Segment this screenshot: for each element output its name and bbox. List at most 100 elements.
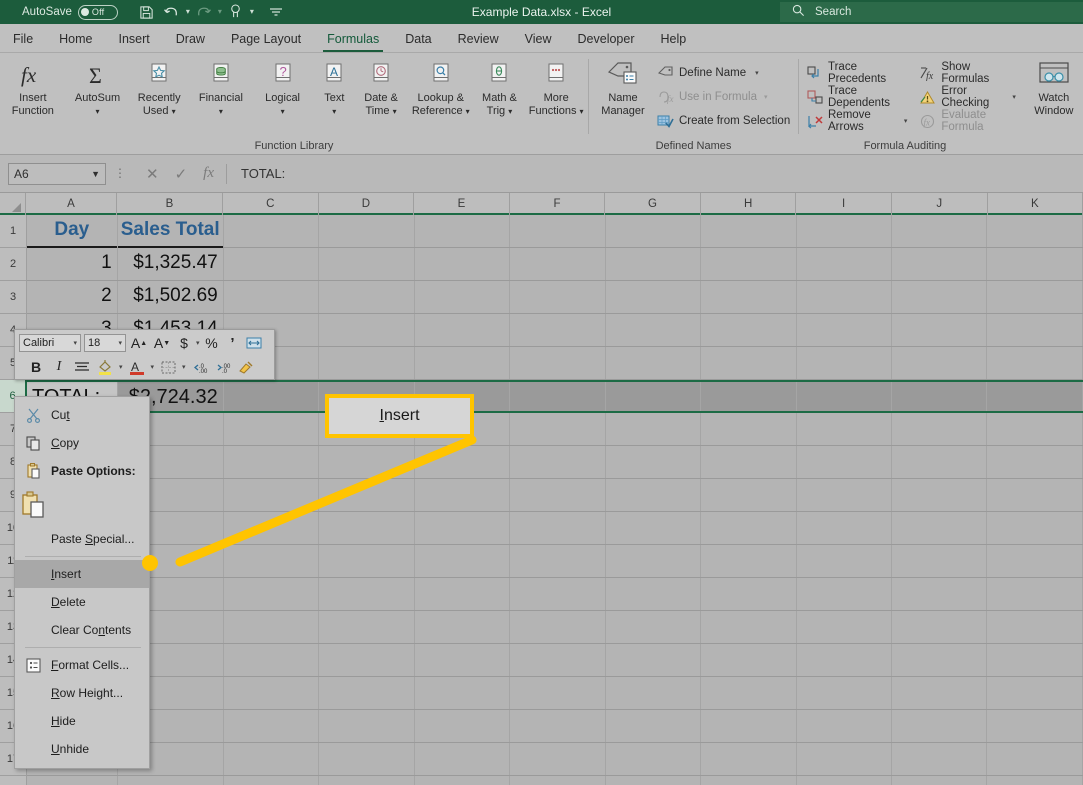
column-header-G[interactable]: G — [605, 193, 701, 215]
cell-F4[interactable] — [510, 314, 606, 346]
cell-H18[interactable] — [701, 776, 797, 785]
menu-item-row-height[interactable]: Row Height... — [15, 679, 149, 707]
cell-A1[interactable]: Day — [27, 215, 118, 248]
cell-F7[interactable] — [510, 413, 606, 445]
column-header-H[interactable]: H — [701, 193, 797, 215]
cell-J17[interactable] — [892, 743, 988, 775]
cell-H3[interactable] — [701, 281, 797, 313]
tab-home[interactable]: Home — [46, 32, 105, 52]
borders-icon[interactable] — [159, 358, 177, 377]
cell-I10[interactable] — [797, 512, 893, 544]
cell-D15[interactable] — [319, 677, 415, 709]
cell-H17[interactable] — [701, 743, 797, 775]
formula-input[interactable]: TOTAL: — [227, 166, 285, 181]
cell-J12[interactable] — [892, 578, 988, 610]
cell-H1[interactable] — [701, 215, 797, 247]
cell-G2[interactable] — [606, 248, 702, 280]
cell-H2[interactable] — [701, 248, 797, 280]
column-header-J[interactable]: J — [892, 193, 988, 215]
cell-E10[interactable] — [415, 512, 511, 544]
cell-G15[interactable] — [606, 677, 702, 709]
insert-function-button[interactable]: fx Insert Function — [0, 58, 66, 118]
menu-item-unhide[interactable]: Unhide — [15, 735, 149, 763]
save-icon[interactable] — [136, 2, 158, 22]
cell-E14[interactable] — [415, 644, 511, 676]
cell-I6[interactable] — [797, 382, 893, 411]
cell-E3[interactable] — [415, 281, 511, 313]
cell-I11[interactable] — [797, 545, 893, 577]
cell-E4[interactable] — [415, 314, 511, 346]
menu-item-hide[interactable]: Hide — [15, 707, 149, 735]
cell-K7[interactable] — [987, 413, 1083, 445]
chevron-down-icon[interactable]: ▾ — [904, 117, 908, 125]
customize-quick-access-icon[interactable] — [265, 2, 287, 22]
column-header-C[interactable]: C — [223, 193, 319, 215]
bold-icon[interactable]: B — [27, 358, 45, 377]
column-header-A[interactable]: A — [26, 193, 117, 215]
cell-G14[interactable] — [606, 644, 702, 676]
cell-E11[interactable] — [415, 545, 511, 577]
name-box[interactable]: A6 ▼ — [8, 162, 106, 185]
cell-B18[interactable] — [118, 776, 224, 785]
cell-E18[interactable] — [415, 776, 511, 785]
cell-G5[interactable] — [606, 347, 702, 379]
search-box[interactable]: Search — [780, 2, 1083, 22]
percent-style-icon[interactable]: % — [203, 334, 221, 353]
cancel-icon[interactable]: ✕ — [146, 165, 159, 183]
menu-item-cut[interactable]: Cut — [15, 401, 149, 429]
cell-F16[interactable] — [510, 710, 606, 742]
cell-E9[interactable] — [415, 479, 511, 511]
cell-J7[interactable] — [892, 413, 988, 445]
menu-item-paste-options[interactable]: Paste Options: — [15, 457, 149, 485]
font-size-combo[interactable]: 18 ▾ — [84, 334, 126, 352]
tab-data[interactable]: Data — [392, 32, 444, 52]
tab-developer[interactable]: Developer — [565, 32, 648, 52]
cell-H16[interactable] — [701, 710, 797, 742]
chevron-down-icon[interactable]: ▾ — [151, 363, 155, 371]
cell-K6[interactable] — [987, 382, 1083, 411]
cell-B3[interactable]: $1,502.69 — [118, 281, 224, 313]
column-header-K[interactable]: K — [988, 193, 1083, 215]
cell-H6[interactable] — [701, 382, 797, 411]
cell-I17[interactable] — [797, 743, 893, 775]
cell-K2[interactable] — [987, 248, 1083, 280]
show-formulas-button[interactable]: fx Show Formulas — [919, 61, 1021, 85]
cell-D2[interactable] — [319, 248, 415, 280]
chevron-down-icon[interactable]: ▾ — [73, 339, 77, 347]
cell-J18[interactable] — [892, 776, 988, 785]
cell-D9[interactable] — [319, 479, 415, 511]
cell-H13[interactable] — [701, 611, 797, 643]
text-button[interactable]: A Text ▾ — [313, 58, 355, 118]
cell-K5[interactable] — [987, 347, 1083, 379]
cell-J2[interactable] — [892, 248, 988, 280]
more-functions-button[interactable]: More Functions ▾ — [524, 58, 588, 118]
cell-J5[interactable] — [892, 347, 988, 379]
comma-style-icon[interactable]: ’ — [224, 334, 242, 353]
cell-G18[interactable] — [606, 776, 702, 785]
menu-item-insert[interactable]: Insert — [15, 560, 149, 588]
column-header-E[interactable]: E — [414, 193, 510, 215]
cell-J14[interactable] — [892, 644, 988, 676]
fill-color-icon[interactable] — [96, 358, 114, 377]
remove-arrows-button[interactable]: Remove Arrows ▾ — [807, 109, 913, 133]
tab-file[interactable]: File — [0, 32, 46, 52]
chevron-down-icon[interactable]: ▾ — [1012, 93, 1016, 101]
shrink-font-icon[interactable]: A ▼ — [152, 334, 172, 353]
align-icon[interactable] — [73, 358, 91, 377]
chevron-down-icon[interactable]: ▼ — [91, 169, 100, 179]
cell-C8[interactable] — [224, 446, 320, 478]
cell-K4[interactable] — [987, 314, 1083, 346]
cell-G3[interactable] — [606, 281, 702, 313]
cell-F14[interactable] — [510, 644, 606, 676]
recently-used-button[interactable]: Recently Used ▾ — [128, 58, 190, 118]
cell-F15[interactable] — [510, 677, 606, 709]
cell-I4[interactable] — [797, 314, 893, 346]
define-name-button[interactable]: Define Name ▾ — [657, 61, 796, 85]
menu-item-paste-special[interactable]: Paste Special... — [15, 525, 149, 553]
cell-G6[interactable] — [606, 382, 702, 411]
undo-icon[interactable] — [161, 2, 183, 22]
autosum-button[interactable]: Σ AutoSum ▾ — [67, 58, 129, 118]
increase-decimal-icon[interactable]: .00.0 — [214, 358, 232, 377]
tab-draw[interactable]: Draw — [163, 32, 218, 52]
cell-E15[interactable] — [415, 677, 511, 709]
